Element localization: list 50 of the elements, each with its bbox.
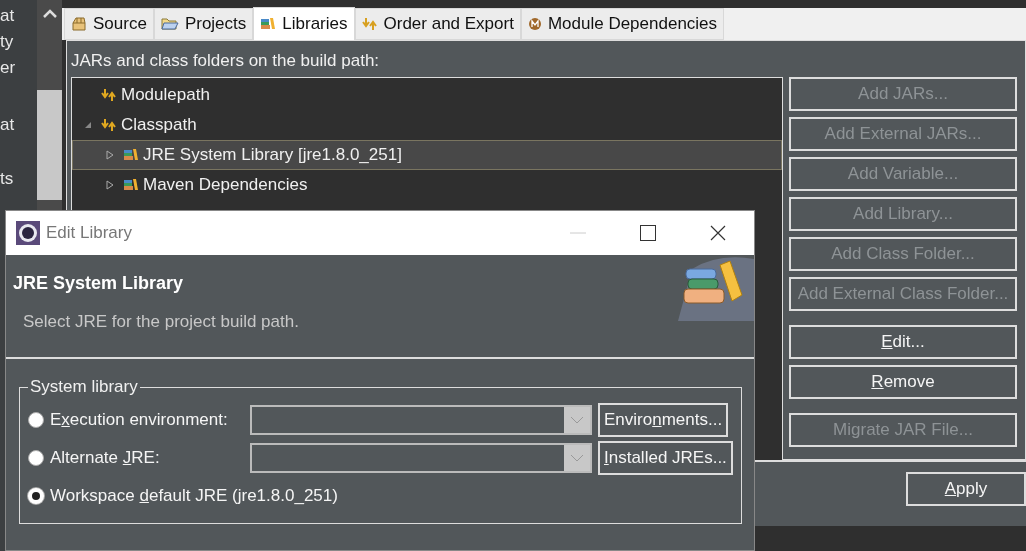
section-label: JARs and class folders on the build path: xyxy=(71,51,381,71)
tab[interactable]: Module Dependencies xyxy=(520,8,725,40)
books-icon xyxy=(678,257,754,321)
tab[interactable]: Libraries xyxy=(253,7,355,40)
chevron-down-icon xyxy=(570,416,584,424)
tree-item[interactable]: JRE System Library [jre1.8.0_251] xyxy=(72,140,782,170)
group-title: System library xyxy=(29,377,139,397)
tree-item[interactable]: Classpath xyxy=(72,110,782,140)
chevron-down-icon xyxy=(570,454,584,462)
module-icon xyxy=(527,17,542,31)
dialog-heading: JRE System Library xyxy=(13,273,185,294)
arrows-icon xyxy=(101,87,117,103)
arrows-icon xyxy=(101,117,117,133)
tab[interactable]: Source xyxy=(64,8,154,40)
side-button[interactable]: Remove xyxy=(789,365,1017,399)
cut-off-label: at xyxy=(0,6,16,26)
expand-icon[interactable] xyxy=(105,150,115,160)
radio-option[interactable]: Workspace default JRE (jre1.8.0_251) xyxy=(28,486,338,506)
dropdown[interactable] xyxy=(250,405,592,435)
package-icon xyxy=(71,17,87,31)
folder-icon xyxy=(160,17,179,31)
scroll-up-icon[interactable] xyxy=(42,9,57,19)
collapse-icon[interactable] xyxy=(83,120,93,130)
tree-item[interactable]: Modulepath xyxy=(72,80,782,110)
tab[interactable]: Order and Export xyxy=(354,8,521,40)
cut-off-label: ts xyxy=(0,169,15,189)
books-icon xyxy=(123,148,139,162)
radio-option[interactable]: Execution environment: xyxy=(28,410,250,430)
window-title: Edit Library xyxy=(46,223,132,243)
dialog-description: Select JRE for the project build path. xyxy=(22,312,299,332)
cut-off-label: er xyxy=(0,58,17,78)
tree-item[interactable]: Maven Dependencies xyxy=(72,170,782,200)
maximize-icon[interactable] xyxy=(640,225,656,241)
dialog-button[interactable]: Environments... xyxy=(598,403,729,437)
tab[interactable]: Projects xyxy=(153,8,254,40)
dialog-button[interactable]: Installed JREs... xyxy=(598,441,733,475)
expand-icon[interactable] xyxy=(105,180,115,190)
side-button[interactable]: Edit... xyxy=(789,325,1017,359)
radio-button[interactable] xyxy=(28,412,44,428)
gear-icon xyxy=(16,221,40,245)
arrows-icon xyxy=(361,16,378,32)
cut-off-label: ty xyxy=(0,32,15,52)
radio-option[interactable]: Alternate JRE: xyxy=(28,448,250,468)
cut-off-label: at xyxy=(0,115,16,135)
apply-button[interactable]: Apply xyxy=(906,472,1026,506)
books-icon xyxy=(260,17,277,31)
close-icon[interactable] xyxy=(710,225,726,241)
dropdown[interactable] xyxy=(250,443,592,473)
books-icon xyxy=(123,178,139,192)
radio-button[interactable] xyxy=(28,450,44,466)
